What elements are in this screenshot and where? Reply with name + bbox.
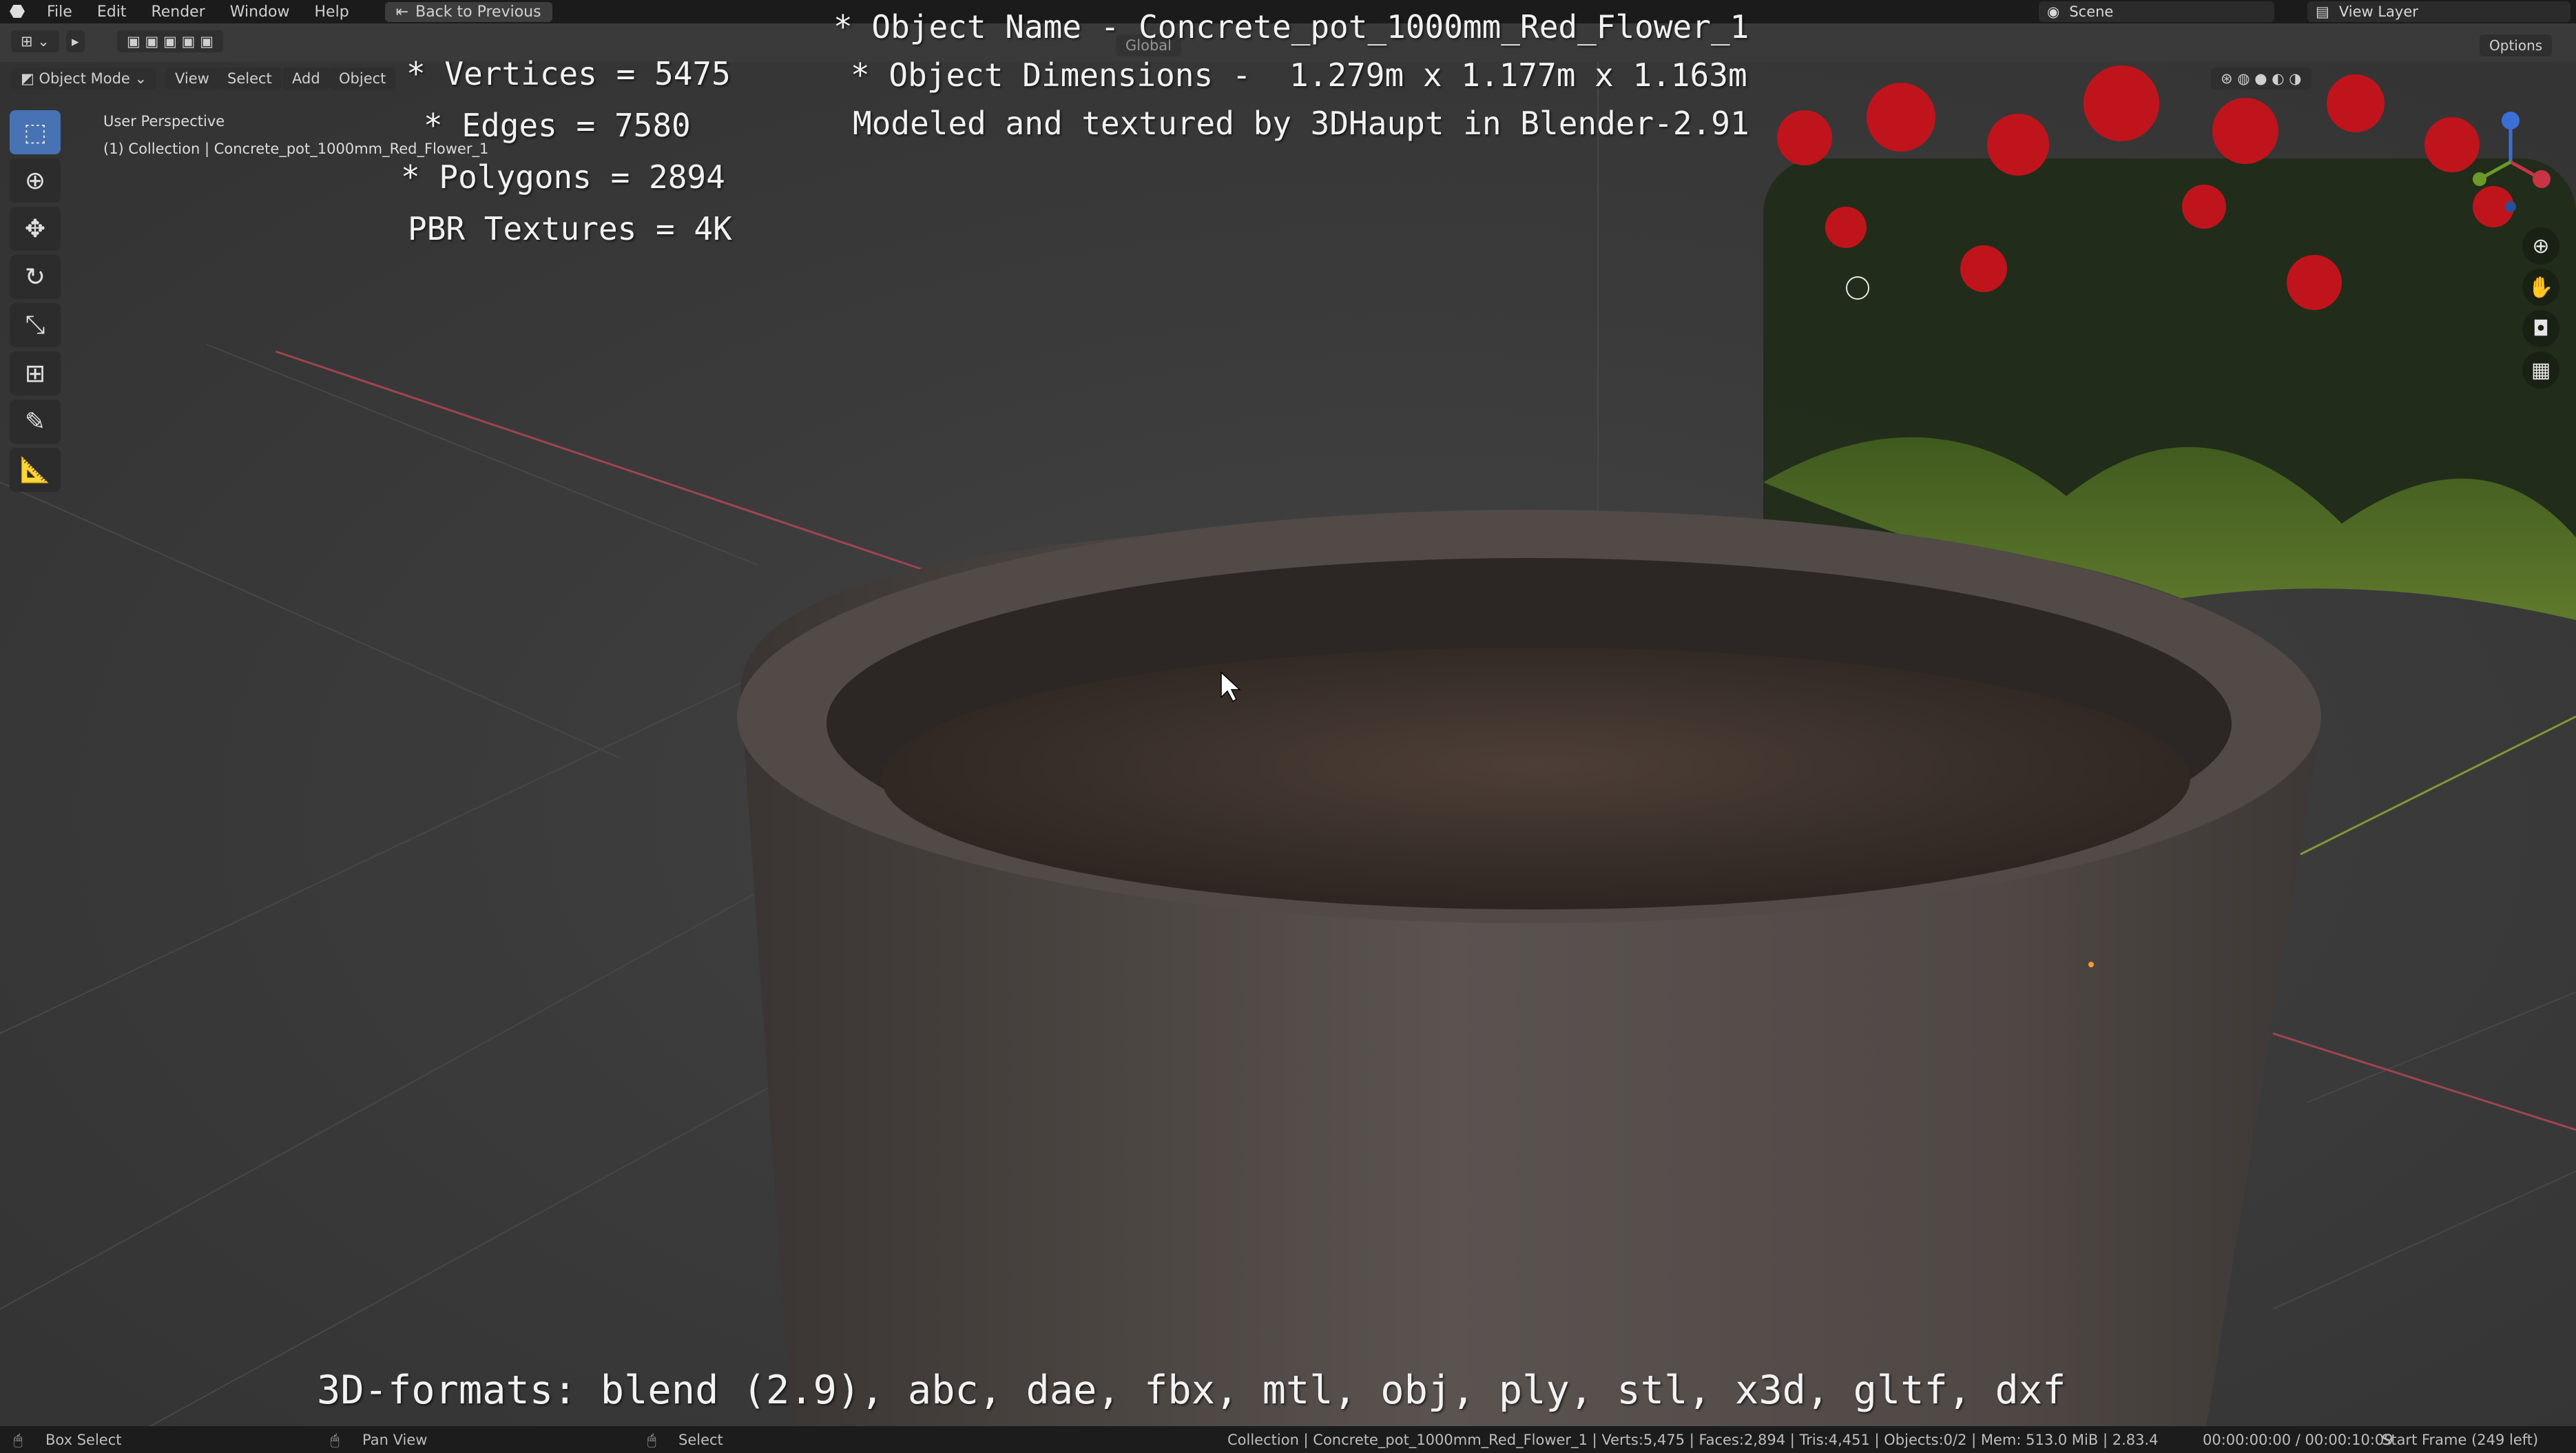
mouse-right-icon: 🖱 bbox=[647, 1432, 656, 1448]
menu-render[interactable]: Render bbox=[138, 3, 217, 21]
scene-name: Scene bbox=[2069, 3, 2114, 20]
scene-selector[interactable]: ◉ Scene bbox=[2039, 1, 2274, 22]
object-mode-icon: ◩ bbox=[21, 70, 34, 87]
object-mode-label: Object Mode bbox=[39, 70, 130, 87]
selection-mode-buttons[interactable]: ▣ ▣ ▣ ▣ ▣ bbox=[117, 30, 223, 52]
select-box-tool-icon[interactable]: ⬚ bbox=[10, 110, 61, 154]
overlay-edges: * Edges = 7580 bbox=[424, 107, 691, 144]
menu-file[interactable]: File bbox=[34, 3, 85, 21]
overlay-polygons: * Polygons = 2894 bbox=[401, 158, 725, 196]
select-tool-icon[interactable]: ▸ bbox=[66, 30, 85, 52]
view-layer-name: View Layer bbox=[2338, 3, 2418, 20]
menu-edit[interactable]: Edit bbox=[85, 3, 139, 21]
overlay-vertices: * Vertices = 5475 bbox=[406, 55, 731, 92]
back-to-previous-label: Back to Previous bbox=[415, 3, 541, 21]
status-frame: Start Frame (249 left) bbox=[2382, 1432, 2539, 1448]
menu-window[interactable]: Window bbox=[218, 3, 302, 21]
layer-icon: ▤ bbox=[2316, 3, 2329, 20]
viewport-nav-buttons: ⊕ ✋ ◘ ▦ bbox=[2522, 227, 2564, 389]
status-stats: Collection | Concrete_pot_1000mm_Red_Flo… bbox=[1227, 1432, 2159, 1448]
back-icon: ⇤ bbox=[395, 3, 409, 21]
object-mode-dropdown[interactable]: ◩ Object Mode ⌄ bbox=[11, 68, 157, 90]
back-to-previous-button[interactable]: ⇤ Back to Previous bbox=[384, 1, 552, 22]
cursor-icon[interactable]: ⊕ bbox=[10, 158, 61, 203]
transform-icon[interactable]: ⊞ bbox=[10, 351, 61, 395]
chevron-down-icon: ⌄ bbox=[134, 70, 147, 87]
status-box-select: Box Select bbox=[45, 1432, 122, 1448]
axis-gizmo-icon[interactable] bbox=[2452, 103, 2569, 220]
annotate-icon[interactable]: ✎ bbox=[10, 400, 61, 444]
scene-icon: ◉ bbox=[2047, 3, 2060, 20]
zoom-icon[interactable]: ⊕ bbox=[2522, 227, 2559, 265]
overlay-dimensions: * Object Dimensions - 1.279m x 1.177m x … bbox=[851, 56, 1747, 94]
menu-help[interactable]: Help bbox=[302, 3, 362, 21]
x-axis-line-right bbox=[2272, 1032, 2576, 1131]
3d-viewport[interactable] bbox=[0, 62, 2576, 1433]
viewport-perspective-label: User Perspective bbox=[103, 113, 225, 130]
x-axis-line bbox=[275, 350, 931, 573]
move-icon[interactable]: ✥ bbox=[10, 207, 61, 251]
overlay-object-name: * Object Name - Concrete_pot_1000mm_Red_… bbox=[833, 8, 1749, 45]
overlay-formats: 3D-formats: blend (2.9), abc, dae, fbx, … bbox=[317, 1368, 2066, 1413]
blender-logo-icon[interactable]: ⬣ bbox=[0, 1, 34, 22]
status-bar: 🖱 Box Select 🖱 Pan View 🖱 Select Collect… bbox=[0, 1426, 2576, 1453]
tool-shelf: ⬚ ⊕ ✥ ↻ ⤡ ⊞ ✎ 📐 bbox=[10, 110, 65, 517]
navigation-gizmo[interactable] bbox=[2452, 103, 2569, 220]
status-time: 00:00:00:00 / 00:00:10:09 bbox=[2203, 1432, 2393, 1448]
measure-icon[interactable]: 📐 bbox=[10, 448, 61, 492]
menu-view[interactable]: View bbox=[165, 68, 219, 90]
mouse-left-icon: 🖱 bbox=[14, 1432, 23, 1448]
menu-add[interactable]: Add bbox=[282, 68, 330, 90]
overlay-credit: Modeled and textured by 3DHaupt in Blend… bbox=[853, 105, 1749, 142]
grid-icon[interactable]: ▦ bbox=[2522, 351, 2559, 389]
mouse-middle-icon: 🖱 bbox=[331, 1432, 340, 1448]
options-button[interactable]: Options bbox=[2480, 34, 2553, 56]
menu-object[interactable]: Object bbox=[329, 68, 396, 90]
camera-icon[interactable]: ◘ bbox=[2522, 310, 2559, 347]
view-layer-selector[interactable]: ▤ View Layer bbox=[2307, 1, 2570, 22]
editor-type-button[interactable]: ⊞ ⌄ bbox=[11, 30, 59, 52]
rotate-icon[interactable]: ↻ bbox=[10, 255, 61, 299]
hand-icon[interactable]: ✋ bbox=[2522, 269, 2559, 306]
scale-icon[interactable]: ⤡ bbox=[10, 303, 61, 347]
status-pan-view: Pan View bbox=[362, 1432, 428, 1448]
light-dot bbox=[2088, 962, 2094, 967]
status-select: Select bbox=[678, 1432, 723, 1448]
viewport-scene bbox=[0, 62, 2576, 1433]
viewport-shading-buttons[interactable]: ⊛ ◍ ● ◐ ◑ bbox=[2211, 68, 2312, 90]
concrete-pot bbox=[737, 510, 2321, 1433]
y-axis-line bbox=[2300, 715, 2576, 856]
menu-select[interactable]: Select bbox=[218, 68, 282, 90]
overlay-textures: PBR Textures = 4K bbox=[408, 210, 732, 247]
